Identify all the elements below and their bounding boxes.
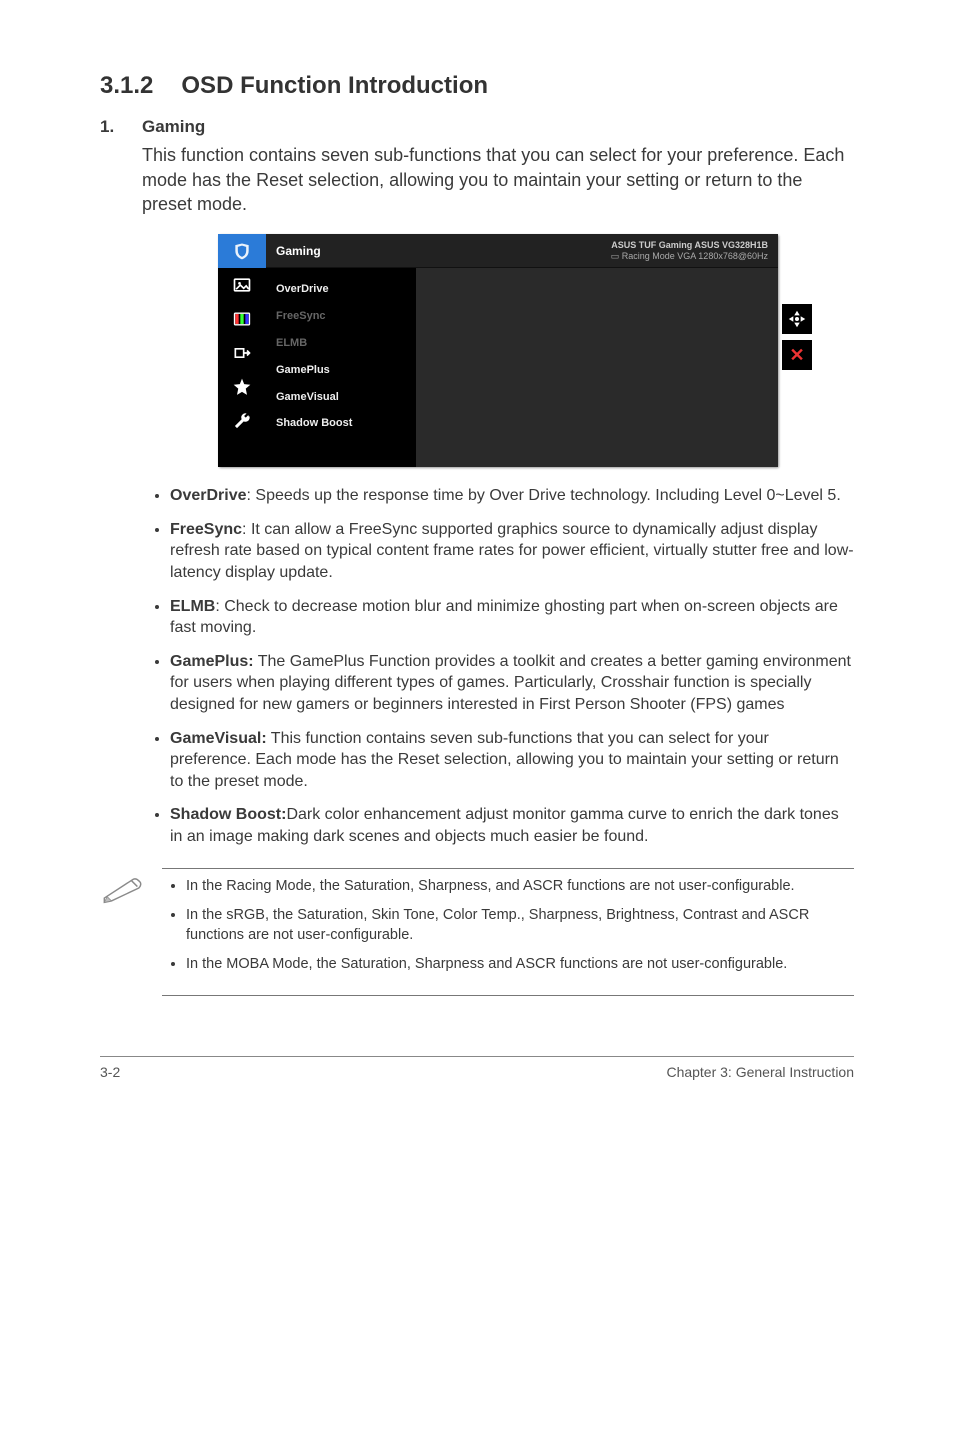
osd-header: Gaming ASUS TUF Gaming ASUS VG328H1B ▭ R… (266, 234, 778, 268)
bullet-freesync: FreeSync: It can allow a FreeSync suppor… (170, 519, 854, 584)
bullet-term: GameVisual: (170, 730, 267, 747)
bullet-term: Shadow Boost: (170, 806, 286, 823)
chapter-label: Chapter 3: General Instruction (666, 1063, 854, 1082)
osd-menu-gameplus: GamePlus (266, 357, 416, 384)
osd-panel: Gaming ASUS TUF Gaming ASUS VG328H1B ▭ R… (218, 234, 778, 467)
osd-content-panel (416, 268, 778, 467)
list-item-gaming: 1. Gaming This function contains seven s… (100, 116, 854, 859)
note-body: In the Racing Mode, the Saturation, Shar… (162, 868, 854, 996)
bullet-gameplus: GamePlus: The GamePlus Function provides… (170, 651, 854, 716)
feature-bullets: OverDrive: Speeds up the response time b… (142, 485, 854, 847)
intro-paragraph: This function contains seven sub-functio… (142, 143, 854, 216)
osd-menu-elmb: ELMB (266, 330, 416, 357)
osd-header-title: Gaming (276, 243, 426, 259)
page-footer: 3-2 Chapter 3: General Instruction (100, 1056, 854, 1082)
bullet-text: This function contains seven sub-functio… (170, 730, 839, 790)
section-title: OSD Function Introduction (181, 72, 488, 99)
osd-sidebar (218, 234, 266, 467)
page-number: 3-2 (100, 1063, 120, 1082)
osd-screenshot: Gaming ASUS TUF Gaming ASUS VG328H1B ▭ R… (142, 234, 854, 467)
close-icon: ✕ (782, 340, 812, 370)
tuf-logo-icon (218, 234, 266, 268)
bullet-elmb: ELMB: Check to decrease motion blur and … (170, 596, 854, 639)
osd-header-info: ASUS TUF Gaming ASUS VG328H1B ▭ Racing M… (426, 240, 768, 262)
note-item: In the Racing Mode, the Saturation, Shar… (186, 877, 854, 897)
osd-header-line1: ASUS TUF Gaming ASUS VG328H1B (426, 240, 768, 251)
bullet-text: It can allow a FreeSync supported graphi… (170, 521, 854, 581)
image-icon (218, 268, 266, 302)
bullet-overdrive: OverDrive: Speeds up the response time b… (170, 485, 854, 507)
bullet-text: Speeds up the response time by Over Driv… (255, 487, 840, 504)
osd-header-line2-text: Racing Mode VGA 1280x768@60Hz (622, 251, 768, 261)
star-icon (218, 370, 266, 404)
wrench-icon (218, 404, 266, 438)
list-content: Gaming This function contains seven sub-… (142, 116, 854, 859)
osd-menu: OverDrive FreeSync ELMB GamePlus GameVis… (266, 268, 416, 467)
bullet-term: FreeSync (170, 521, 242, 538)
bullet-gamevisual: GameVisual: This function contains seven… (170, 728, 854, 793)
color-bars-icon (218, 302, 266, 336)
list-index: 1. (100, 116, 142, 859)
osd-main: Gaming ASUS TUF Gaming ASUS VG328H1B ▭ R… (266, 234, 778, 467)
osd-body: OverDrive FreeSync ELMB GamePlus GameVis… (266, 268, 778, 467)
osd-header-line2: ▭ Racing Mode VGA 1280x768@60Hz (426, 251, 768, 262)
section-heading: 3.1.2 OSD Function Introduction (100, 70, 854, 102)
bullet-text: The GamePlus Function provides a toolkit… (170, 653, 851, 713)
nav-joystick-icon (782, 304, 812, 334)
note-list: In the Racing Mode, the Saturation, Shar… (162, 877, 854, 975)
section-number: 3.1.2 (100, 70, 153, 102)
input-icon (218, 336, 266, 370)
note-item: In the MOBA Mode, the Saturation, Sharpn… (186, 955, 854, 975)
note-block: In the Racing Mode, the Saturation, Shar… (100, 868, 854, 996)
osd-right-controls: ✕ (782, 304, 812, 370)
osd-menu-overdrive: OverDrive (266, 276, 416, 303)
osd-menu-gamevisual: GameVisual (266, 384, 416, 411)
numbered-list: 1. Gaming This function contains seven s… (100, 116, 854, 859)
pencil-note-icon (100, 868, 146, 996)
bullet-term: OverDrive (170, 487, 247, 504)
bullet-shadowboost: Shadow Boost:Dark color enhancement adju… (170, 804, 854, 847)
osd-menu-freesync: FreeSync (266, 303, 416, 330)
bullet-text: Check to decrease motion blur and minimi… (170, 598, 838, 637)
bullet-sep: : (215, 598, 224, 615)
osd-menu-shadowboost: Shadow Boost (266, 410, 416, 437)
note-item: In the sRGB, the Saturation, Skin Tone, … (186, 906, 854, 945)
bullet-term: ELMB (170, 598, 215, 615)
bullet-sep: : (242, 521, 251, 538)
bullet-term: GamePlus: (170, 653, 254, 670)
subsection-title: Gaming (142, 116, 854, 139)
